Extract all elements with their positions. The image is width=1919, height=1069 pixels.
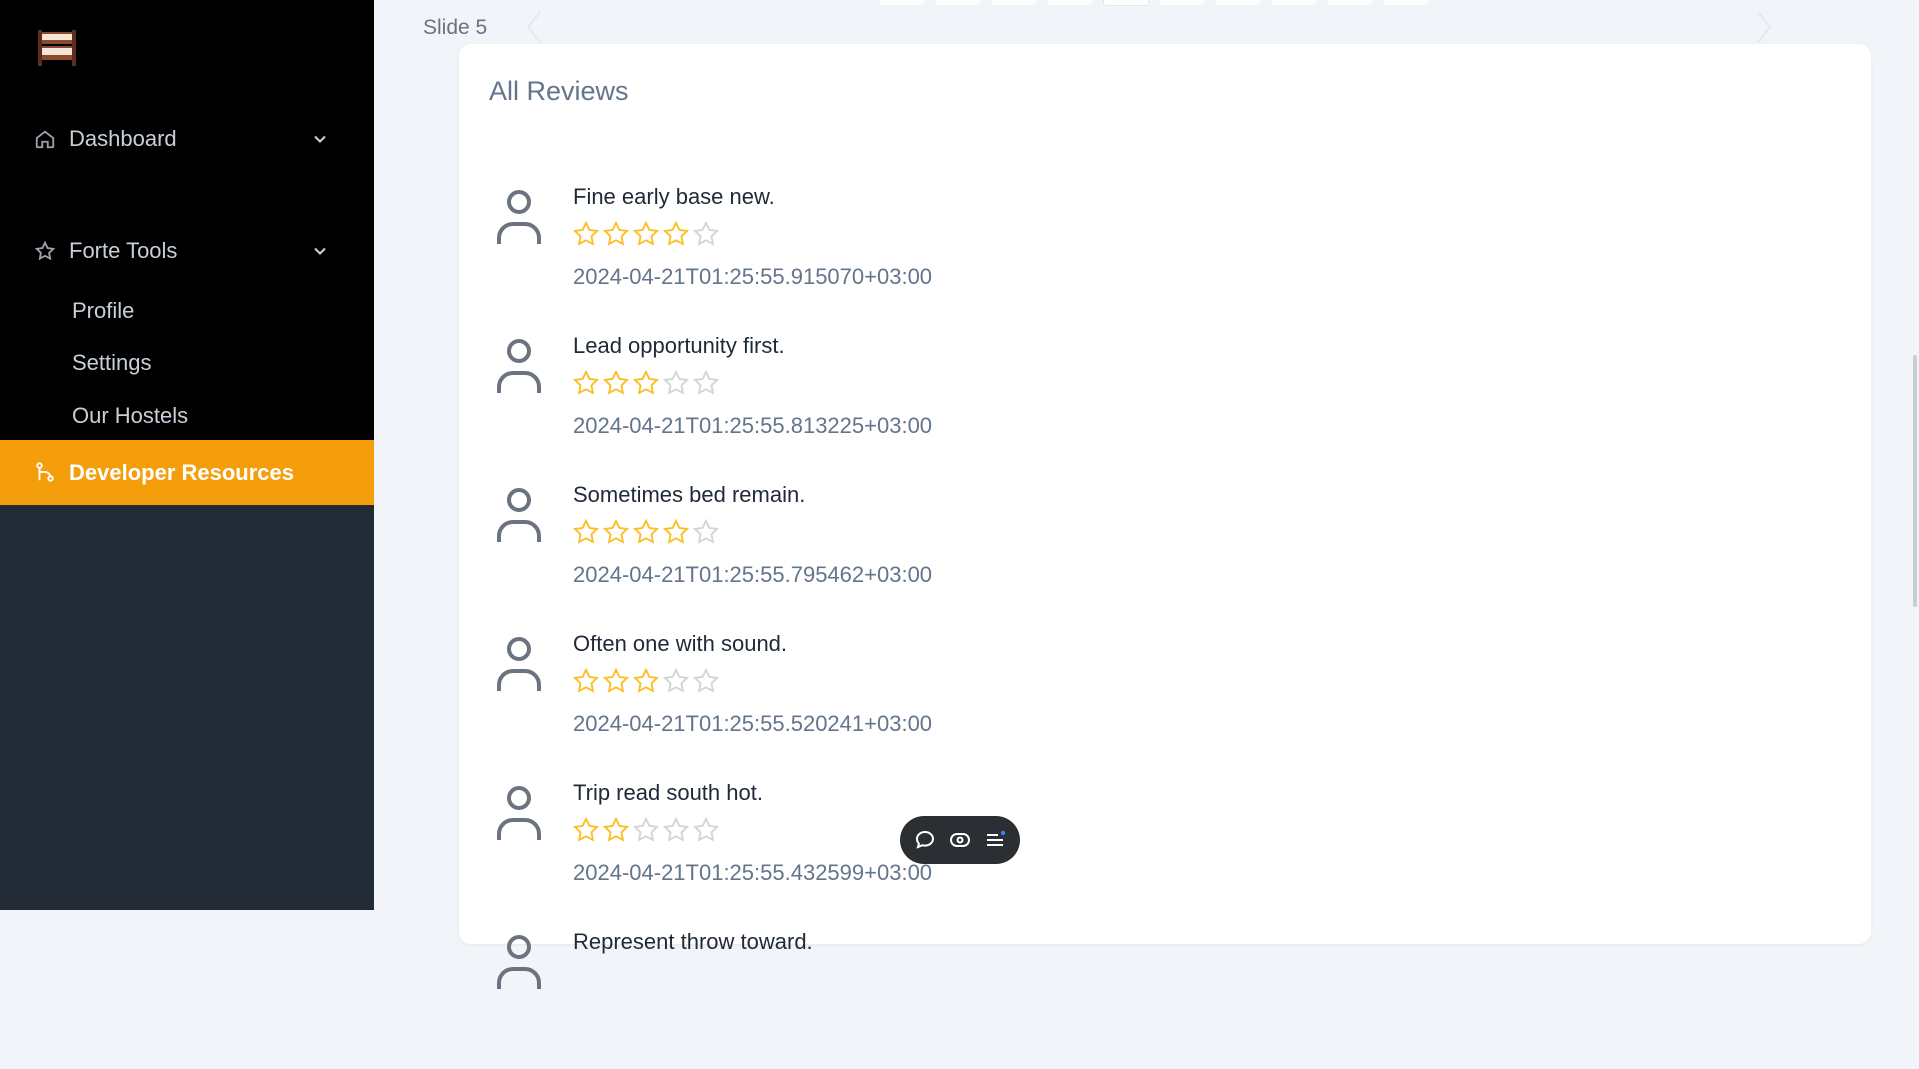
review-rating [572,518,720,546]
star-filled-icon [572,667,600,693]
user-avatar-icon [497,339,541,393]
review-text: Often one with sound. [573,631,788,656]
chat-bubble-icon[interactable] [913,828,937,852]
review-date: 2024-04-21T01:25:55.915070+03:00 [573,264,933,289]
user-avatar-icon [497,488,541,542]
star-empty-icon [662,369,690,395]
review-item: Fine early base new. 2024-04-21T01:25:55… [459,184,1859,324]
review-date: 2024-04-21T01:25:55.520241+03:00 [573,711,933,736]
review-text: Trip read south hot. [573,780,763,805]
review-rating [572,667,720,695]
star-filled-icon [572,369,600,395]
star-filled-icon [572,518,600,544]
star-filled-icon [602,667,630,693]
star-filled-icon [602,518,630,544]
user-avatar-icon [497,786,541,840]
carousel-indicators [880,0,1428,5]
review-date: 2024-04-21T01:25:55.432599+03:00 [573,860,933,885]
git-branch-icon [36,462,54,482]
carousel-prev-icon[interactable] [522,8,546,46]
nav-forte-tools[interactable]: Forte Tools [0,222,374,280]
slide-label: Slide 5 [423,16,488,39]
star-empty-icon [662,816,690,842]
star-filled-icon [632,369,660,395]
star-filled-icon [602,220,630,246]
sidebar-item-our-hostels[interactable]: Our Hostels [72,403,188,429]
sidebar-item-settings[interactable]: Settings [72,350,152,376]
review-item: Sometimes bed remain. 2024-04-21T01:25:5… [459,482,1859,622]
sidebar: Dashboard Forte Tools Profile Settings O… [0,0,374,910]
carousel-dot[interactable] [1048,0,1092,5]
star-filled-icon [632,667,660,693]
nav-dashboard[interactable]: Dashboard [0,110,374,168]
star-filled-icon [632,220,660,246]
star-filled-icon [572,816,600,842]
carousel-dot[interactable] [1384,0,1428,5]
review-text: Lead opportunity first. [573,333,785,358]
nav-forte-tools-label: Forte Tools [69,238,178,263]
star-empty-icon [632,816,660,842]
star-empty-icon [692,518,720,544]
review-item: Lead opportunity first. 2024-04-21T01:25… [459,333,1859,473]
sidebar-item-profile[interactable]: Profile [72,298,134,324]
carousel-dot[interactable] [1328,0,1372,5]
star-icon [34,240,56,261]
star-filled-icon [602,816,630,842]
carousel-dot[interactable] [936,0,980,5]
review-item: Often one with sound. 2024-04-21T01:25:5… [459,631,1859,771]
review-date: 2024-04-21T01:25:55.795462+03:00 [573,562,933,587]
user-avatar-icon [497,190,541,244]
carousel-dot[interactable] [880,0,924,5]
hostel-logo-icon[interactable] [36,26,80,70]
home-icon [35,130,55,149]
review-text: Sometimes bed remain. [573,482,806,507]
star-empty-icon [692,667,720,693]
review-rating [572,220,720,248]
star-empty-icon [692,220,720,246]
carousel-dot[interactable] [992,0,1036,5]
menu-list-icon[interactable] [983,828,1007,852]
eye-toggle-icon[interactable] [948,828,972,852]
floating-toolbar [900,816,1020,864]
carousel-dot[interactable] [1160,0,1204,5]
star-filled-icon [632,518,660,544]
star-empty-icon [692,816,720,842]
review-text: Fine early base new. [573,184,775,209]
star-filled-icon [662,220,690,246]
star-empty-icon [692,369,720,395]
chevron-down-icon[interactable] [310,129,330,149]
user-avatar-icon [497,637,541,691]
review-date: 2024-04-21T01:25:55.813225+03:00 [573,413,933,438]
user-avatar-icon [497,935,541,989]
star-empty-icon [662,667,690,693]
reviews-card: All Reviews Fine early base new. 2024-04… [459,44,1871,989]
carousel-dot[interactable] [1216,0,1260,5]
reviews-title: All Reviews [489,76,629,106]
developer-resources-label: Developer Resources [69,459,294,485]
review-rating [572,816,720,844]
chevron-down-icon[interactable] [310,241,330,261]
page-scrollbar[interactable] [1913,355,1917,607]
star-filled-icon [572,220,600,246]
carousel-dot[interactable] [1104,0,1148,5]
review-text: Represent throw toward. [573,929,813,954]
carousel-dot[interactable] [1272,0,1316,5]
nav-dashboard-label: Dashboard [69,126,177,151]
review-item: Represent throw toward. [459,929,1859,1069]
review-item: Trip read south hot. 2024-04-21T01:25:55… [459,780,1859,920]
review-rating [572,369,720,397]
carousel-next-icon[interactable] [1752,8,1776,46]
star-filled-icon [602,369,630,395]
sidebar-item-developer-resources[interactable]: Developer Resources [0,440,374,505]
star-filled-icon [662,518,690,544]
